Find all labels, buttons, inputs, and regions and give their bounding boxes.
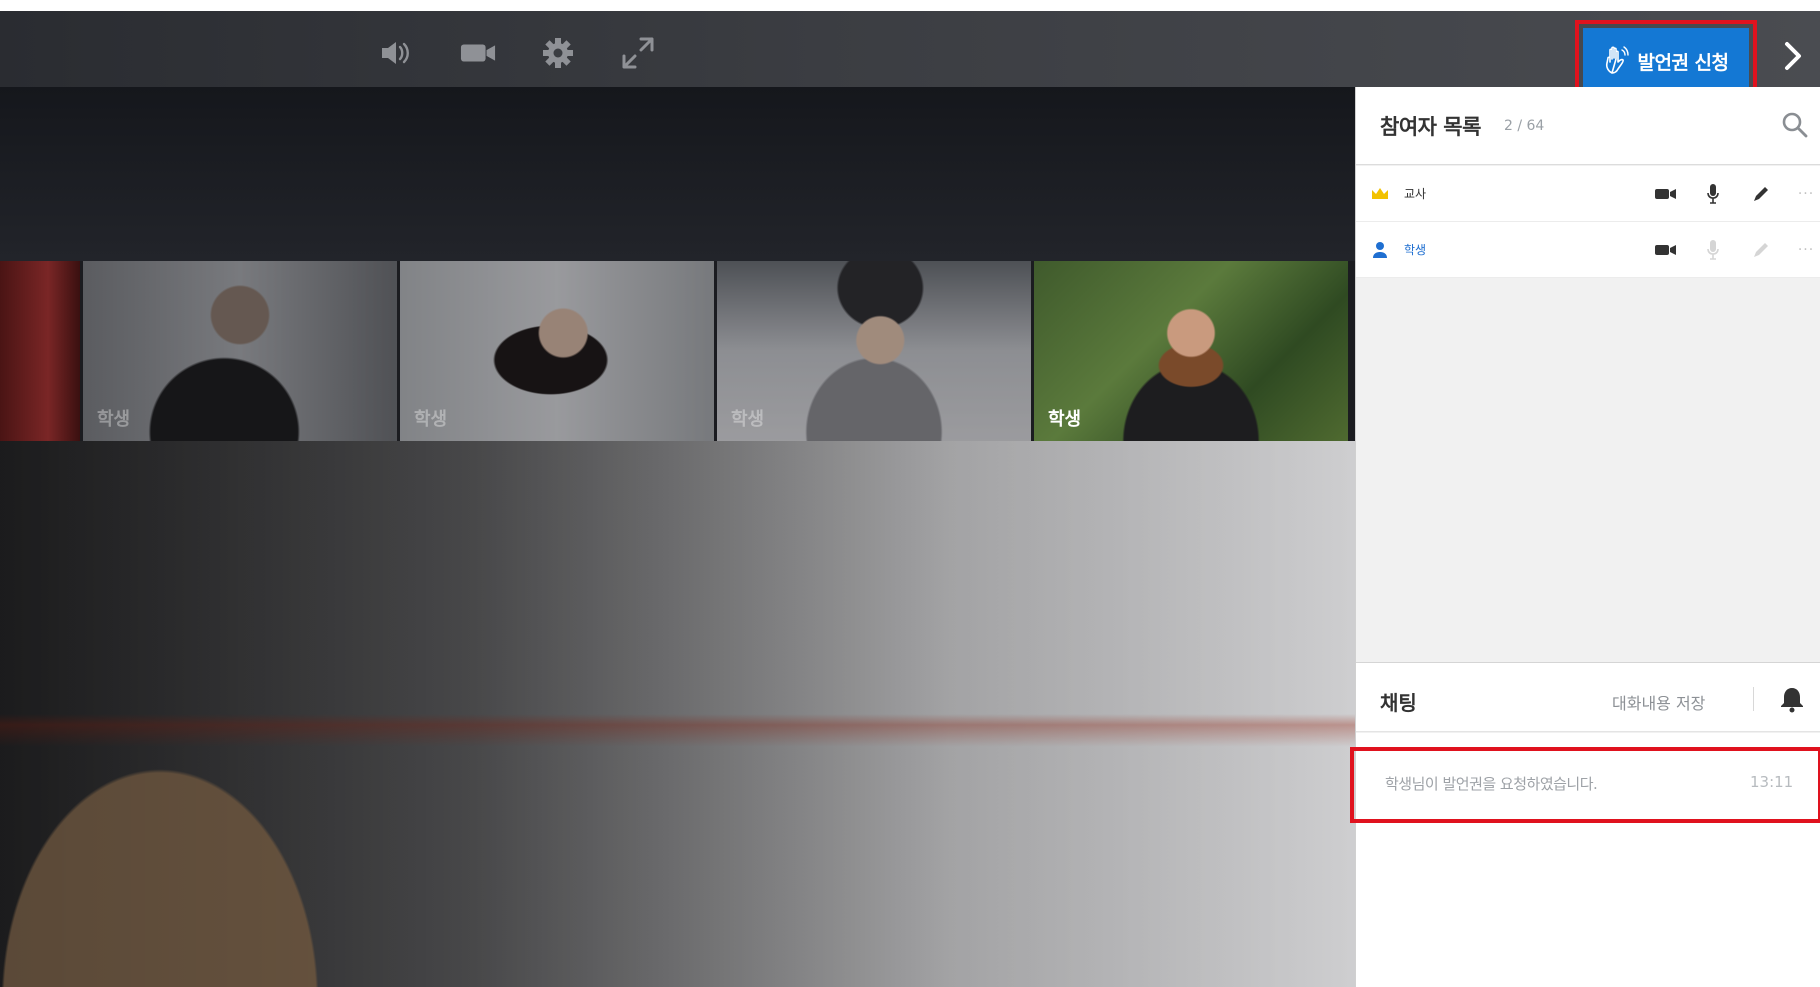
top-toolbar: 발언권 신청	[0, 11, 1820, 102]
chat-message-text: 학생님이 발언권을 요청하였습니다.	[1385, 775, 1598, 793]
main-video	[0, 441, 1355, 987]
thumbnail-name: 학생	[97, 409, 131, 430]
bell-icon[interactable]	[1778, 685, 1806, 713]
participant-thumbnail-strip: 학생 학생 학생 학생	[0, 261, 1355, 441]
pencil-off-icon[interactable]	[1749, 238, 1773, 262]
chat-header: 채팅 대화내용 저장	[1356, 662, 1820, 732]
person-icon	[1370, 240, 1390, 260]
save-chat-button[interactable]: 대화내용 저장	[1612, 690, 1705, 714]
video-camera-icon[interactable]	[460, 35, 496, 71]
thumbnail-name: 학생	[731, 409, 765, 430]
participant-list-header: 참여자 목록 2 / 64	[1356, 87, 1820, 165]
chat-title: 채팅	[1380, 691, 1417, 715]
header-divider	[1753, 687, 1754, 711]
pencil-icon[interactable]	[1749, 182, 1773, 206]
search-icon[interactable]	[1781, 111, 1809, 139]
video-camera-icon[interactable]	[1654, 182, 1678, 206]
video-frame	[0, 261, 80, 441]
participant-thumbnail[interactable]	[0, 261, 80, 441]
request-speak-button[interactable]: 발언권 신청	[1583, 28, 1749, 94]
chat-message-time: 13:11	[1750, 773, 1794, 791]
chat-message-highlight: 학생님이 발언권을 요청하였습니다. 13:11	[1350, 747, 1820, 823]
request-speak-label: 발언권 신청	[1637, 51, 1729, 74]
more-options-icon[interactable]: ···	[1794, 238, 1818, 262]
thumbnail-name: 학생	[1048, 409, 1082, 430]
video-camera-icon[interactable]	[1654, 238, 1678, 262]
gear-icon[interactable]	[540, 35, 576, 71]
chat-message-list: 학생님이 발언권을 요청하였습니다. 13:11	[1350, 733, 1820, 987]
crown-icon	[1370, 184, 1390, 204]
speaker-icon[interactable]	[378, 35, 414, 71]
participant-name: 학생	[1404, 243, 1427, 257]
thumbnail-name: 학생	[414, 409, 448, 430]
main-video-shade	[0, 441, 1355, 987]
more-options-icon[interactable]: ···	[1794, 182, 1818, 206]
raise-hand-icon	[1603, 46, 1630, 76]
participant-row[interactable]: 학생 ···	[1356, 222, 1820, 278]
participant-count: 2 / 64	[1504, 118, 1545, 134]
video-stage: 학생 학생 학생 학생	[0, 87, 1355, 987]
participant-name: 교사	[1404, 187, 1427, 201]
participant-list-title: 참여자 목록	[1380, 115, 1481, 139]
microphone-off-icon[interactable]	[1701, 238, 1725, 262]
side-panel: 참여자 목록 2 / 64 교사 ··· 학생 ··· 채팅 대화내용 저장 학…	[1350, 87, 1820, 987]
microphone-icon[interactable]	[1701, 182, 1725, 206]
participant-thumbnail[interactable]: 학생	[400, 261, 714, 441]
participant-thumbnail[interactable]: 학생	[83, 261, 397, 441]
participant-thumbnail[interactable]: 학생	[717, 261, 1031, 441]
participant-row[interactable]: 교사 ···	[1356, 166, 1820, 222]
chevron-right-icon[interactable]	[1778, 38, 1808, 74]
fullscreen-icon[interactable]	[620, 35, 656, 71]
stage-header-area	[0, 87, 1355, 261]
participant-thumbnail-active[interactable]: 학생	[1034, 261, 1348, 441]
